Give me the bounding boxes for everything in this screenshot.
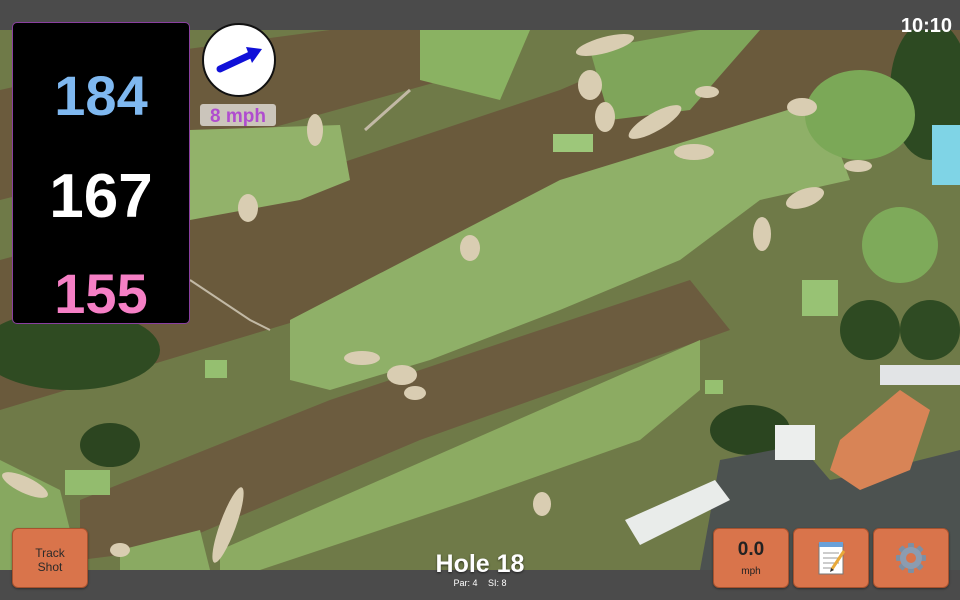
building: [880, 365, 960, 385]
hole-par: Par: 4: [453, 578, 478, 588]
pool: [932, 125, 960, 185]
gear-icon: [896, 543, 926, 573]
hole-si: SI: 8: [488, 578, 507, 588]
arrow-icon: [216, 47, 262, 73]
yardage-back: 184: [54, 64, 148, 127]
speed-button[interactable]: 0.0 mph: [713, 528, 789, 588]
green: [862, 207, 938, 283]
tee-box: [553, 134, 593, 152]
hole-title: Hole 18: [435, 550, 525, 578]
track-shot-label: Track: [35, 546, 65, 560]
speed-unit: mph: [741, 566, 761, 577]
trees: [80, 423, 140, 467]
wind-speed: 8 mph: [210, 106, 266, 127]
wind-indicator: [202, 23, 276, 97]
tee-box: [65, 470, 110, 495]
green: [805, 70, 915, 160]
building: [775, 425, 815, 460]
notes-button[interactable]: [793, 528, 869, 588]
track-shot-label-2: Shot: [37, 560, 63, 574]
yardage-front: 155: [54, 262, 148, 325]
tee-box: [802, 280, 838, 316]
status-time: 10:10: [900, 15, 952, 37]
track-shot-button[interactable]: Track Shot: [12, 528, 88, 588]
speed-value: 0.0: [737, 539, 765, 560]
trees: [840, 300, 900, 360]
trees: [900, 300, 960, 360]
hole-info: Par: 4 SI: 8: [380, 578, 580, 588]
yardage-middle: 167: [49, 162, 153, 231]
tee-box: [205, 360, 227, 378]
notepad-icon: [818, 542, 846, 575]
settings-button[interactable]: [873, 528, 949, 588]
yardage-panel: 184 167 155: [12, 22, 190, 325]
tee-box: [705, 380, 723, 394]
